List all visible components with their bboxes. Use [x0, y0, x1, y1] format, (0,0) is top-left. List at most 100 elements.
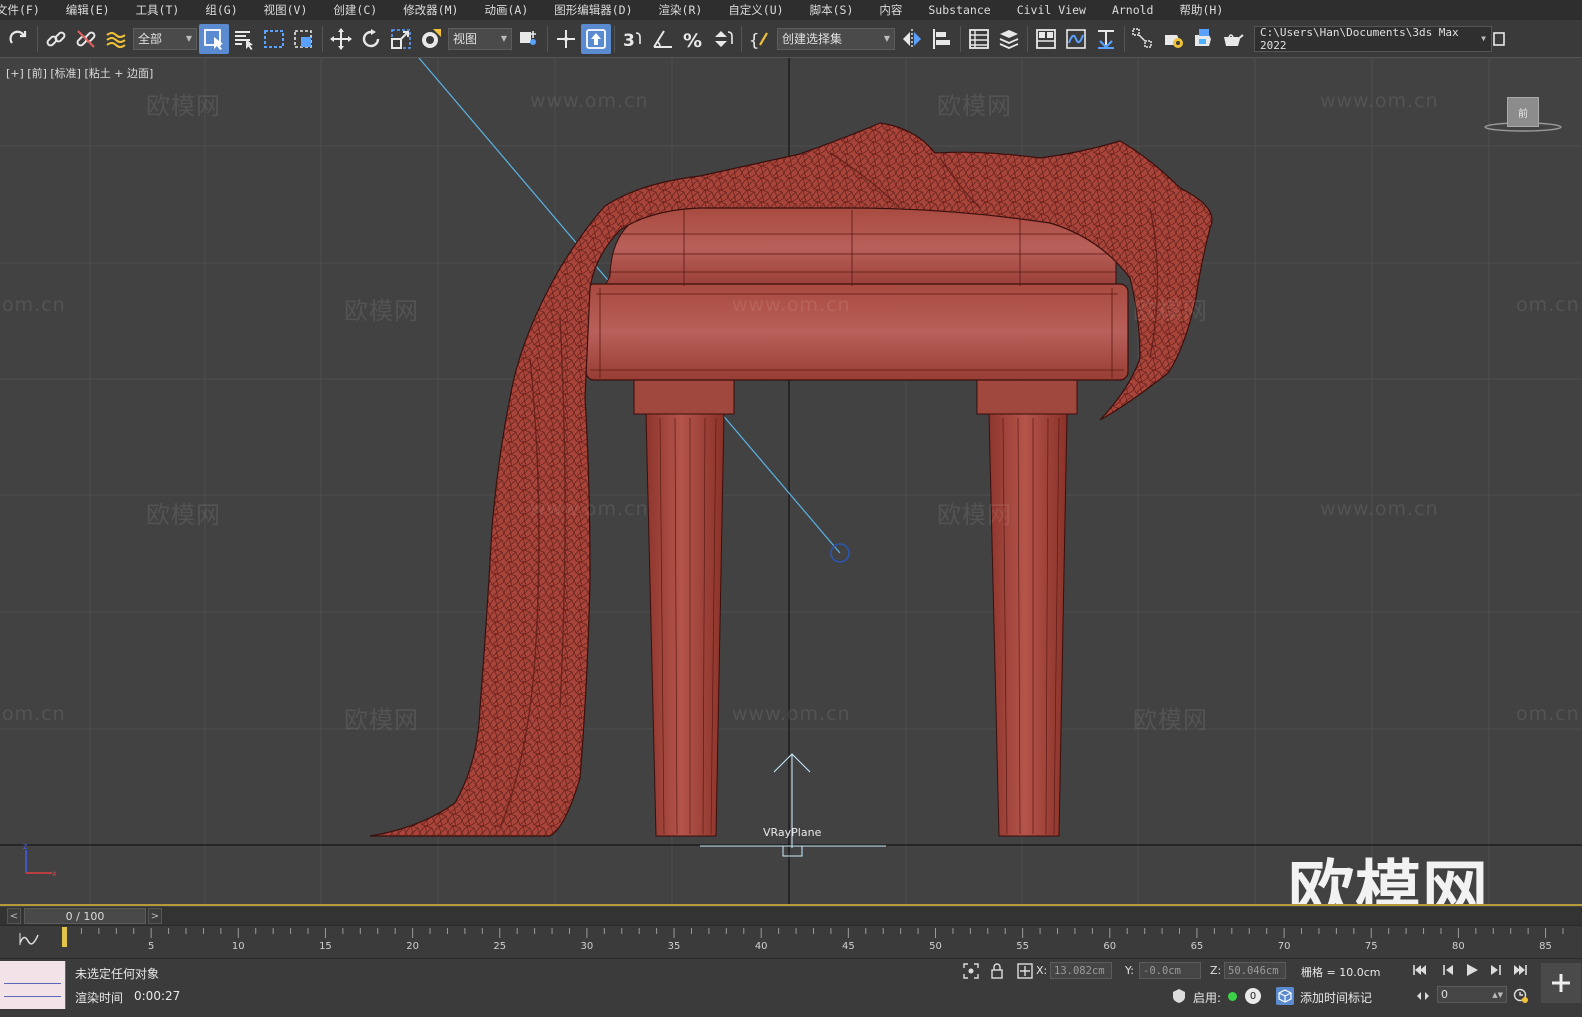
- current-frame-marker[interactable]: [62, 927, 67, 947]
- menu-edit[interactable]: 编辑(E): [53, 2, 123, 18]
- enable-status-dot[interactable]: [1228, 992, 1237, 1001]
- curve-editor-button[interactable]: [1061, 24, 1091, 54]
- go-to-end-button[interactable]: [1510, 961, 1530, 979]
- move-button[interactable]: [326, 24, 356, 54]
- absolute-mode-button[interactable]: [1016, 962, 1034, 980]
- enable-count-badge[interactable]: 0: [1245, 988, 1261, 1004]
- viewport-label[interactable]: [+] [前] [标准] [粘土 + 边面]: [6, 65, 153, 81]
- stool-seat[interactable]: [585, 207, 1129, 381]
- selection-status: 未选定任何对象: [75, 967, 160, 981]
- z-coord-field[interactable]: 50.046cm: [1224, 962, 1286, 979]
- project-path-field[interactable]: C:\Users\Han\Documents\3ds Max 2022 ▼: [1254, 25, 1492, 52]
- percent-snap-icon: %: [683, 30, 702, 51]
- menu-civil-view[interactable]: Civil View: [1004, 3, 1099, 17]
- menu-file[interactable]: 文件(F): [0, 2, 53, 18]
- shield-icon: [1173, 989, 1185, 1003]
- menu-customize[interactable]: 自定义(U): [715, 2, 796, 18]
- layer-explorer-button[interactable]: [994, 24, 1024, 54]
- ruler-tick-label: 70: [1277, 941, 1291, 952]
- render-production-button[interactable]: [1218, 24, 1248, 54]
- add-time-tag[interactable]: 添加时间标记: [1300, 989, 1372, 1006]
- link-button[interactable]: [41, 24, 71, 54]
- snaps-toggle-button[interactable]: 3: [618, 24, 648, 54]
- unlink-button[interactable]: [71, 24, 101, 54]
- current-frame-field[interactable]: 0 ▲▼: [1437, 986, 1507, 1003]
- space-warp-icon: [106, 31, 126, 48]
- percent-snap-button[interactable]: %: [678, 24, 708, 54]
- z-coord-label: Z:: [1210, 964, 1222, 977]
- go-to-start-button[interactable]: [1410, 961, 1430, 979]
- snap-3d-icon: 3: [623, 31, 641, 51]
- spinner-snap-button[interactable]: [708, 24, 738, 54]
- place-button[interactable]: [416, 24, 446, 54]
- rect-selection-region-button[interactable]: [259, 24, 289, 54]
- frame-nav-arrows[interactable]: [1414, 987, 1432, 1005]
- window-crossing-button[interactable]: [289, 24, 319, 54]
- menu-tools[interactable]: 工具(T): [123, 2, 193, 18]
- select-manipulate-button[interactable]: [551, 24, 581, 54]
- ruler-tick-label: 15: [319, 941, 332, 952]
- menu-arnold[interactable]: Arnold: [1099, 3, 1167, 17]
- menu-group[interactable]: 组(G): [192, 2, 250, 18]
- redo-button[interactable]: [4, 24, 34, 54]
- next-frame-button[interactable]: [1486, 961, 1506, 979]
- svg-text:x: x: [52, 869, 57, 878]
- edit-named-selection-button[interactable]: {: [745, 24, 775, 54]
- adaptive-degradation-button[interactable]: [1170, 987, 1188, 1005]
- stool-legs[interactable]: [633, 379, 1078, 837]
- named-selection-dropdown[interactable]: 创建选择集 ▼: [777, 27, 895, 50]
- time-slider-next-button[interactable]: >: [148, 908, 162, 924]
- time-slider[interactable]: < 0 / 100 >: [0, 907, 1582, 925]
- frame-ruler[interactable]: [62, 926, 1582, 958]
- render-time-value: 0:00:27: [134, 989, 181, 1003]
- menu-views[interactable]: 视图(V): [251, 2, 321, 18]
- select-object-button[interactable]: [199, 23, 229, 54]
- select-by-name-button[interactable]: [229, 24, 259, 54]
- use-pivot-center-button[interactable]: [514, 24, 544, 54]
- menu-modifiers[interactable]: 修改器(M): [390, 2, 471, 18]
- reference-coordinate-dropdown[interactable]: 视图 ▼: [448, 27, 512, 50]
- project-folder-button[interactable]: [1492, 24, 1506, 54]
- maxscript-listener[interactable]: [0, 961, 66, 1009]
- rotate-button[interactable]: [356, 24, 386, 54]
- menu-help[interactable]: 帮助(H): [1166, 2, 1236, 18]
- play-button[interactable]: [1462, 961, 1482, 979]
- menu-substance[interactable]: Substance: [915, 3, 1003, 17]
- material-editor-button[interactable]: [1128, 24, 1158, 54]
- mini-curve-editor-icon[interactable]: [18, 931, 40, 947]
- vray-plane-gizmo[interactable]: [700, 753, 886, 857]
- previous-frame-button[interactable]: [1438, 961, 1458, 979]
- rendered-frame-window-button[interactable]: [1188, 24, 1218, 54]
- align-button[interactable]: [927, 24, 957, 54]
- menu-animation[interactable]: 动画(A): [471, 2, 541, 18]
- isolate-selection-button[interactable]: [962, 962, 980, 980]
- viewcube[interactable]: 前: [1507, 97, 1539, 127]
- list-select-icon: [235, 30, 253, 50]
- time-slider-thumb[interactable]: 0 / 100: [24, 908, 146, 924]
- angle-snap-button[interactable]: [648, 24, 678, 54]
- mirror-button[interactable]: [897, 24, 927, 54]
- time-tag-button[interactable]: [1276, 987, 1294, 1005]
- y-coord-field[interactable]: -0.0cm: [1139, 962, 1201, 979]
- menu-rendering[interactable]: 渲染(R): [646, 2, 716, 18]
- menu-graph-editors[interactable]: 图形编辑器(D): [541, 2, 645, 18]
- render-setup-button[interactable]: [1158, 24, 1188, 54]
- schematic-view-button[interactable]: [1091, 24, 1121, 54]
- selection-lock-button[interactable]: [988, 962, 1006, 980]
- toggle-ribbon-button[interactable]: [1031, 24, 1061, 54]
- viewport-front[interactable]: z x [+] [前] [标准] [粘土 + 边面] 欧模网 www.om.cn…: [0, 58, 1582, 906]
- layers-icon: [999, 29, 1019, 49]
- add-button[interactable]: [1541, 963, 1581, 1003]
- keyboard-shortcut-override-button[interactable]: [581, 23, 611, 54]
- time-slider-prev-button[interactable]: <: [7, 908, 21, 924]
- bind-space-warp-button[interactable]: [101, 24, 131, 54]
- scene-explorer-button[interactable]: [964, 24, 994, 54]
- x-coord-field[interactable]: 13.082cm: [1050, 962, 1112, 979]
- menu-content[interactable]: 内容: [866, 2, 915, 18]
- selection-filter-dropdown[interactable]: 全部 ▼: [133, 27, 197, 50]
- time-configuration-button[interactable]: [1512, 987, 1530, 1005]
- menu-scripting[interactable]: 脚本(S): [797, 2, 867, 18]
- track-bar[interactable]: 5 10 15 20 25 30 35 40 45 50 55 60 65 70 75 80 85: [0, 925, 1582, 958]
- menu-create[interactable]: 创建(C): [320, 2, 390, 18]
- scale-button[interactable]: [386, 24, 416, 54]
